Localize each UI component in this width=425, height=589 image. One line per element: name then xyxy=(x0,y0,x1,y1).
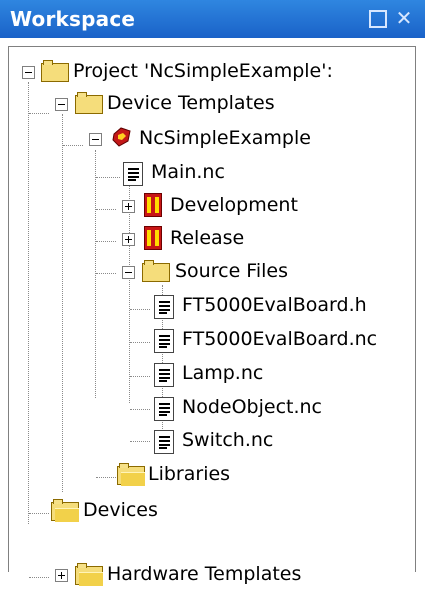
tree-item-ft5000evalboard-nc[interactable]: FT5000EvalBoard.nc xyxy=(9,326,417,354)
project-folder-icon xyxy=(41,59,69,83)
open-folder-icon xyxy=(142,259,170,283)
tree-item-switch-nc[interactable]: Switch.nc xyxy=(9,427,417,455)
restore-button[interactable] xyxy=(368,8,388,28)
workspace-tree-panel: Project 'NcSimpleExample': Device Templa… xyxy=(8,46,417,586)
tree-item-libraries[interactable]: Libraries xyxy=(9,461,417,489)
tree-item-project[interactable]: Project 'NcSimpleExample': xyxy=(9,58,417,86)
window-title: Workspace xyxy=(10,7,136,31)
tree-item-nc-simple-example[interactable]: NcSimpleExample xyxy=(9,125,417,153)
tree-item-device-templates[interactable]: Device Templates xyxy=(9,90,417,118)
tree-item-label: Release xyxy=(170,227,245,249)
document-icon xyxy=(154,395,176,423)
folder-icon xyxy=(51,498,79,522)
collapse-icon[interactable] xyxy=(55,98,68,111)
expand-icon[interactable] xyxy=(55,569,68,582)
tree-item-label: Libraries xyxy=(148,463,231,485)
tree-item-source-files[interactable]: Source Files xyxy=(9,258,417,286)
device-template-icon xyxy=(110,125,132,149)
tree-item-label: FT5000EvalBoard.h xyxy=(182,294,367,316)
window-titlebar: Workspace ✕ xyxy=(0,0,425,38)
collapse-icon[interactable] xyxy=(22,66,35,79)
tree-item-hardware-templates[interactable]: Hardware Templates xyxy=(9,561,417,589)
expand-icon[interactable] xyxy=(122,200,135,213)
document-icon xyxy=(123,160,145,188)
build-config-icon xyxy=(142,225,166,253)
tree-item-label: Lamp.nc xyxy=(182,362,264,384)
document-icon xyxy=(154,293,176,321)
tree-item-label: Device Templates xyxy=(107,92,275,114)
tree-item-label: Hardware Templates xyxy=(107,563,302,585)
document-icon xyxy=(154,327,176,355)
expand-icon[interactable] xyxy=(122,233,135,246)
tree-item-lamp-nc[interactable]: Lamp.nc xyxy=(9,360,417,388)
close-button[interactable]: ✕ xyxy=(394,8,414,28)
tree-item-label: Project 'NcSimpleExample': xyxy=(73,60,333,82)
tree-item-development[interactable]: Development xyxy=(9,192,417,220)
workspace-window: Workspace ✕ Project 'NcSimpleExample': D… xyxy=(0,0,425,586)
document-icon xyxy=(154,428,176,456)
tree-item-devices[interactable]: Devices xyxy=(9,497,417,525)
tree-item-label: Devices xyxy=(83,499,158,521)
build-config-icon xyxy=(142,192,166,220)
project-tree: Project 'NcSimpleExample': Device Templa… xyxy=(9,47,417,586)
collapse-icon[interactable] xyxy=(89,133,102,146)
tree-item-ft5000evalboard-h[interactable]: FT5000EvalBoard.h xyxy=(9,292,417,320)
tree-item-main-nc[interactable]: Main.nc xyxy=(9,159,417,187)
document-icon xyxy=(154,361,176,389)
folder-icon xyxy=(75,562,103,586)
restore-icon xyxy=(369,10,387,28)
tree-item-label: FT5000EvalBoard.nc xyxy=(182,328,378,350)
open-folder-icon xyxy=(75,91,103,115)
close-icon: ✕ xyxy=(395,6,413,30)
tree-item-label: Source Files xyxy=(175,260,288,282)
tree-item-label: Main.nc xyxy=(151,161,225,183)
tree-item-release[interactable]: Release xyxy=(9,225,417,253)
tree-item-label: Switch.nc xyxy=(182,429,274,451)
folder-icon xyxy=(117,462,145,486)
collapse-icon[interactable] xyxy=(122,266,135,279)
tree-item-nodeobject-nc[interactable]: NodeObject.nc xyxy=(9,394,417,422)
tree-item-label: NodeObject.nc xyxy=(182,396,322,418)
tree-item-label: Development xyxy=(170,194,298,216)
tree-item-label: NcSimpleExample xyxy=(139,127,311,149)
